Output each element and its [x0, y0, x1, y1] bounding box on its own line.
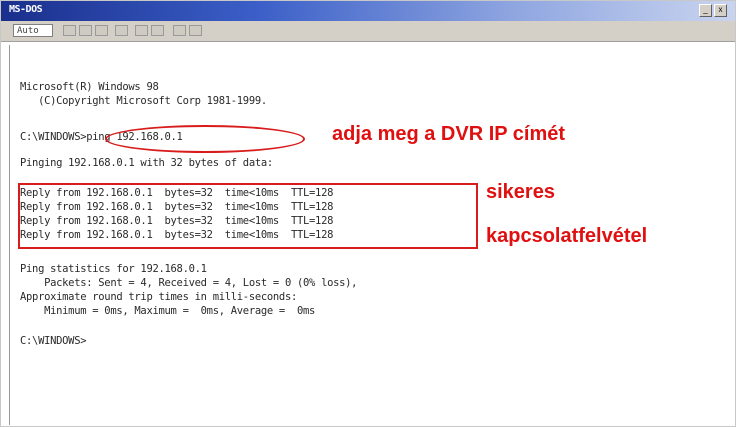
toolbar: Auto	[1, 21, 735, 42]
properties-icon[interactable]	[135, 25, 148, 36]
console-area[interactable]: Microsoft(R) Windows 98 (C)Copyright Mic…	[9, 45, 730, 425]
paste-icon[interactable]	[95, 25, 108, 36]
success-note-line1: sikeres	[486, 181, 555, 203]
reply-highlight-box	[18, 183, 478, 249]
console-prompt: C:\WINDOWS>	[20, 335, 87, 347]
console-line: Pinging 192.168.0.1 with 32 bytes of dat…	[20, 157, 273, 169]
help-icon[interactable]	[189, 25, 202, 36]
title-bar[interactable]: MS-DOS _ x	[1, 1, 735, 21]
ip-note: adja meg a DVR IP címét	[332, 123, 566, 145]
font-icon[interactable]	[173, 25, 186, 36]
minimize-button[interactable]: _	[699, 4, 712, 17]
console-line: Ping statistics for 192.168.0.1	[20, 263, 207, 275]
console-line: Approximate round trip times in milli-se…	[20, 291, 297, 303]
window-controls: _ x	[699, 4, 727, 17]
ip-highlight-ellipse	[105, 125, 305, 153]
console-line: (C)Copyright Microsoft Corp 1981-1999.	[20, 95, 267, 107]
msdos-window: MS-DOS _ x Auto Microsoft(R) Windows 98 …	[0, 0, 736, 427]
console-line: Microsoft(R) Windows 98	[20, 81, 159, 93]
font-size-select[interactable]: Auto	[13, 24, 53, 37]
fullscreen-icon[interactable]	[115, 25, 128, 36]
window-title: MS-DOS	[9, 4, 43, 15]
console-line: Minimum = 0ms, Maximum = 0ms, Average = …	[20, 305, 316, 317]
close-button[interactable]: x	[714, 4, 727, 17]
background-icon[interactable]	[151, 25, 164, 36]
success-note-line2: kapcsolatfelvétel	[486, 225, 648, 247]
console-line: Packets: Sent = 4, Received = 4, Lost = …	[20, 277, 358, 289]
mark-icon[interactable]	[63, 25, 76, 36]
copy-icon[interactable]	[79, 25, 92, 36]
